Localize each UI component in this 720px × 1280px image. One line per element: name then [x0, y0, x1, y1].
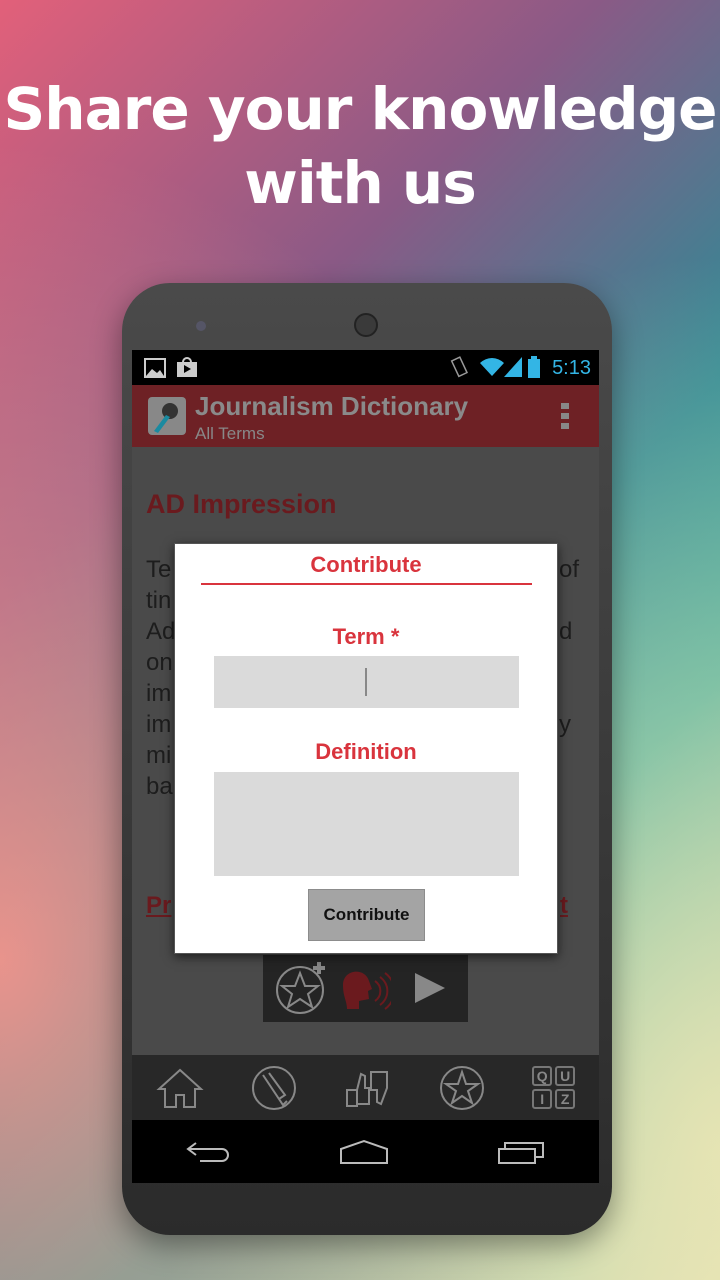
back-icon[interactable] — [186, 1139, 232, 1165]
dialog-title-divider — [201, 583, 532, 585]
app-logo-microphone-icon[interactable] — [148, 397, 186, 435]
definition-text-right: of d y — [559, 556, 580, 738]
headline: Share your knowledge with us — [0, 72, 720, 220]
contribute-button[interactable]: Contribute — [308, 889, 425, 941]
system-nav-bar — [132, 1120, 599, 1183]
star-icon[interactable] — [439, 1065, 485, 1111]
headline-line-1: Share your knowledge — [3, 75, 718, 143]
quiz-icon[interactable]: QUIZ — [532, 1066, 576, 1109]
speaker-icon — [354, 313, 378, 337]
home-icon[interactable] — [156, 1067, 204, 1109]
clock: 5:13 — [552, 357, 591, 379]
app-subtitle: All Terms — [195, 424, 265, 443]
definition-label: Definition — [315, 739, 417, 764]
pen-icon[interactable] — [251, 1065, 297, 1111]
speak-icon[interactable] — [339, 965, 391, 1013]
headline-line-2: with us — [244, 149, 477, 217]
definition-text-left: Te tin Ad on im im mi ba — [146, 556, 176, 800]
action-bar: Journalism Dictionary All Terms — [132, 385, 599, 447]
play-store-icon — [177, 357, 197, 377]
dialog-title: Contribute — [310, 552, 422, 577]
bottom-nav: QUIZ — [132, 1055, 599, 1120]
image-icon — [144, 358, 166, 378]
term-title: AD Impression — [146, 489, 337, 519]
definition-input[interactable] — [214, 772, 519, 876]
overflow-menu-icon[interactable] — [561, 403, 569, 429]
signal-icon — [504, 357, 522, 377]
app-title: Journalism Dictionary — [195, 391, 469, 421]
play-icon[interactable] — [413, 971, 447, 1005]
previous-link[interactable]: Pr — [146, 892, 171, 920]
wifi-icon — [480, 358, 504, 376]
contribute-dialog: Contribute Term * Definition Contribute — [174, 543, 558, 954]
required-mark: * — [390, 624, 400, 649]
term-label: Term * — [332, 624, 400, 649]
text-cursor — [365, 668, 367, 696]
favorite-add-icon[interactable] — [275, 962, 327, 1014]
term-input[interactable] — [214, 656, 519, 708]
home-button-icon[interactable] — [339, 1139, 389, 1165]
next-link[interactable]: t — [560, 892, 568, 920]
status-bar: 5:13 — [132, 350, 599, 385]
term-actions — [263, 955, 468, 1022]
vibrate-icon — [450, 356, 469, 378]
recent-apps-icon[interactable] — [497, 1139, 545, 1165]
battery-icon — [528, 356, 540, 378]
thumbs-icon[interactable] — [345, 1068, 391, 1108]
front-camera-icon — [196, 321, 206, 331]
